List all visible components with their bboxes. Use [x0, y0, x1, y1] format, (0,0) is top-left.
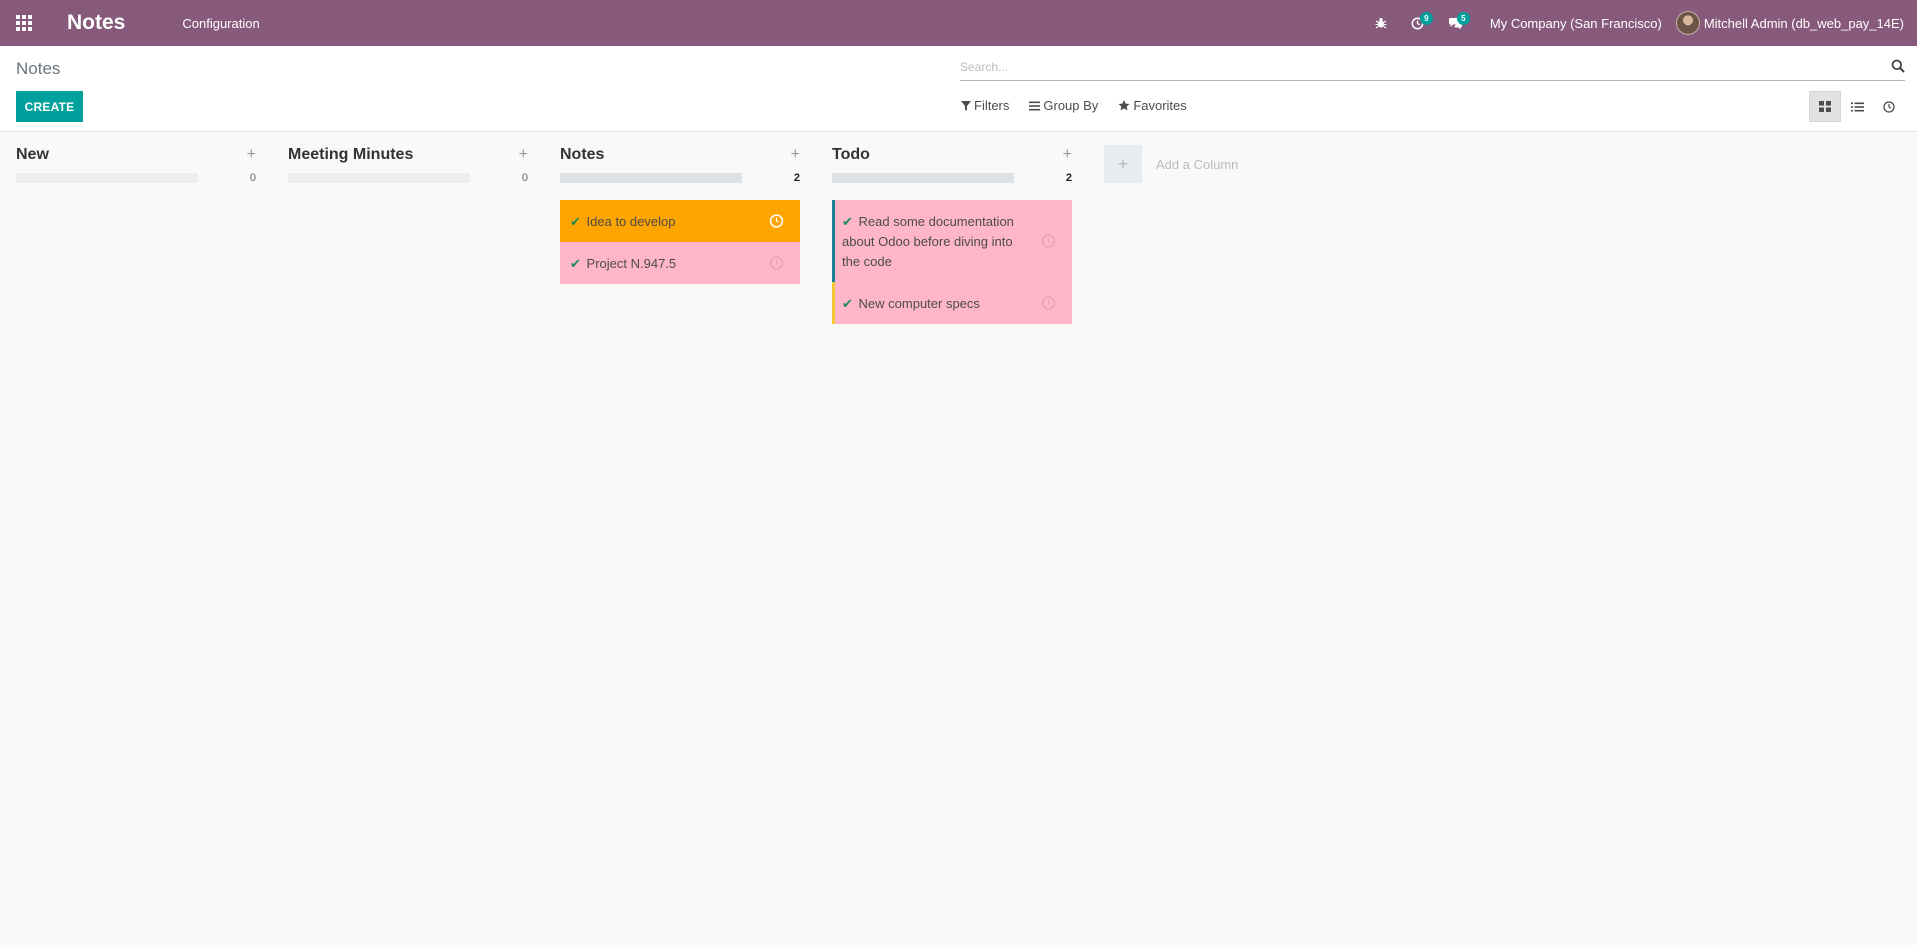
- search-icon[interactable]: [1891, 59, 1905, 73]
- bars-icon: [1029, 101, 1041, 110]
- kanban-grid-icon: [1819, 101, 1831, 112]
- check-icon[interactable]: ✔: [570, 256, 581, 271]
- list-view-button[interactable]: [1841, 91, 1873, 122]
- check-icon[interactable]: ✔: [842, 296, 853, 311]
- plus-icon: +: [1104, 145, 1142, 183]
- menu-configuration[interactable]: Configuration: [182, 16, 259, 31]
- column-progress-bar: [16, 173, 198, 183]
- star-icon: [1118, 100, 1130, 111]
- card-title: New computer specs: [858, 296, 980, 311]
- column-count: 0: [249, 172, 256, 184]
- column-title[interactable]: Todo: [832, 146, 870, 164]
- filters-label: Filters: [974, 98, 1010, 113]
- add-column-button[interactable]: + Add a Column: [1104, 145, 1238, 183]
- top-navbar: Notes Configuration 9 5 My Company (San …: [0, 0, 1917, 46]
- search-bar: [960, 56, 1905, 81]
- group-by-button[interactable]: Group By: [1029, 98, 1098, 113]
- column-count: 2: [1065, 172, 1072, 184]
- group-by-label: Group By: [1043, 98, 1099, 113]
- quick-create-plus-icon[interactable]: +: [508, 146, 528, 164]
- activity-clock-icon[interactable]: [769, 214, 784, 229]
- kanban-card[interactable]: ✔ Read some documentation about Odoo bef…: [832, 200, 1072, 282]
- kanban-column-new: New + 0: [16, 142, 256, 186]
- app-title[interactable]: Notes: [67, 11, 125, 35]
- kanban-card[interactable]: ✔ Idea to develop: [560, 200, 800, 242]
- create-button[interactable]: CREATE: [16, 91, 83, 122]
- quick-create-plus-icon[interactable]: +: [236, 146, 256, 164]
- card-title: Read some documentation about Odoo befor…: [842, 214, 1014, 269]
- message-count-badge: 5: [1456, 12, 1470, 25]
- column-progress-bar: [288, 173, 470, 183]
- column-progress-bar: [832, 173, 1014, 183]
- activity-clock-icon[interactable]: 9: [1399, 0, 1436, 46]
- activity-clock-icon[interactable]: [1041, 234, 1056, 249]
- quick-create-plus-icon[interactable]: +: [780, 146, 800, 164]
- debug-bug-icon[interactable]: [1363, 0, 1399, 46]
- favorites-button[interactable]: Favorites: [1118, 98, 1187, 113]
- column-progress-bar: [560, 173, 742, 183]
- activity-view-button[interactable]: [1873, 91, 1905, 122]
- kanban-column-meeting-minutes: Meeting Minutes + 0: [288, 142, 528, 186]
- user-name: Mitchell Admin (db_web_pay_14E): [1703, 15, 1904, 31]
- column-title[interactable]: New: [16, 146, 49, 164]
- clock-icon: [1883, 100, 1895, 113]
- activity-clock-icon[interactable]: [769, 256, 784, 271]
- column-title[interactable]: Notes: [560, 146, 604, 164]
- check-icon[interactable]: ✔: [842, 214, 853, 229]
- company-switcher[interactable]: My Company (San Francisco): [1475, 16, 1676, 31]
- check-icon[interactable]: ✔: [570, 214, 581, 229]
- kanban-column-todo: Todo + 2 ✔ Read some documentation about…: [832, 142, 1072, 324]
- quick-create-plus-icon[interactable]: +: [1052, 146, 1072, 164]
- column-count: 2: [793, 172, 800, 184]
- card-title: Idea to develop: [586, 214, 676, 229]
- kanban-view-button[interactable]: [1809, 91, 1841, 122]
- kanban-column-notes: Notes + 2 ✔ Idea to develop ✔ Project N.…: [560, 142, 800, 284]
- add-column-label: Add a Column: [1156, 156, 1239, 172]
- user-avatar: [1675, 11, 1700, 35]
- kanban-board: New + 0 Meeting Minutes + 0 Notes + 2 ✔: [0, 132, 1917, 945]
- column-title[interactable]: Meeting Minutes: [288, 146, 413, 164]
- card-title: Project N.947.5: [586, 256, 677, 271]
- search-input[interactable]: [960, 56, 1880, 78]
- breadcrumb: Notes: [16, 59, 61, 78]
- messages-chat-icon[interactable]: 5: [1436, 0, 1475, 46]
- list-icon: [1850, 102, 1864, 111]
- favorites-label: Favorites: [1133, 98, 1187, 113]
- activity-clock-icon[interactable]: [1041, 296, 1056, 311]
- filter-icon: [961, 100, 971, 111]
- kanban-card[interactable]: ✔ Project N.947.5: [560, 242, 800, 284]
- activity-count-badge: 9: [1419, 12, 1433, 25]
- filters-button[interactable]: Filters: [961, 98, 1009, 113]
- kanban-card[interactable]: ✔ New computer specs: [832, 282, 1072, 324]
- column-count: 0: [521, 172, 528, 184]
- user-menu[interactable]: Mitchell Admin (db_web_pay_14E): [1675, 11, 1917, 35]
- apps-menu-icon[interactable]: [0, 0, 48, 46]
- control-panel: Notes CREATE Filters Group By Favorites: [0, 46, 1917, 132]
